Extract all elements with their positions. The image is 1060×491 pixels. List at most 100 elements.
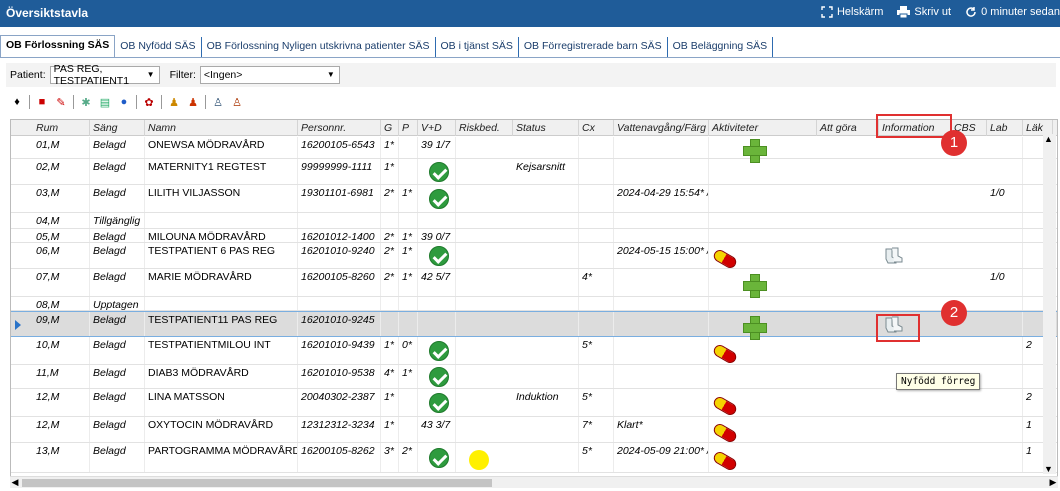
cell-pnr: 19301101-6981 <box>298 185 381 212</box>
current-row-marker <box>15 320 21 330</box>
pill-icon[interactable] <box>711 421 739 445</box>
cell-g: 2* <box>381 269 399 296</box>
plus-icon[interactable] <box>743 316 767 340</box>
baby-icon[interactable]: ♙ <box>211 95 225 109</box>
scroll-down-icon[interactable]: ▼ <box>1044 464 1053 474</box>
cell-status <box>513 229 579 242</box>
scroll-up-icon[interactable]: ▲ <box>1044 134 1053 144</box>
overview-grid: Rum Säng Namn Personnr. G P V+D Riskbed.… <box>10 119 1058 484</box>
cell-pnr: 16201012-1400 <box>298 229 381 242</box>
horizontal-scrollbar[interactable]: ◀ ▶ <box>10 476 1058 488</box>
cell-namn: LINA MATSSON <box>145 389 298 416</box>
information-cell-callout <box>876 314 920 342</box>
col-cx[interactable]: Cx <box>579 120 614 136</box>
cell-cx: 5* <box>579 337 614 364</box>
patient-select-value: PAS REG, TESTPATIENT1 <box>53 63 130 87</box>
tab-ob-belaggning[interactable]: OB Beläggning SÄS <box>668 37 774 57</box>
note-icon[interactable]: ■ <box>35 95 49 109</box>
cell-vatten <box>614 213 709 228</box>
pill-icon[interactable] <box>711 342 739 366</box>
add-circle-icon[interactable]: ● <box>117 95 131 109</box>
person-icon[interactable]: ♟ <box>167 95 181 109</box>
cell-cx <box>579 297 614 310</box>
tab-ob-nyfodd[interactable]: OB Nyfödd SÄS <box>115 37 202 57</box>
mother-icon[interactable]: ♙ <box>230 95 244 109</box>
cell-p: 1* <box>399 269 418 296</box>
cell-lab <box>987 417 1023 442</box>
col-riskbed[interactable]: Riskbed. <box>456 120 513 136</box>
col-aktiviteter[interactable]: Aktiviteter <box>709 120 817 136</box>
plus-icon[interactable] <box>743 139 767 163</box>
col-vattenavgang[interactable]: Vattenavgång/Färg <box>614 120 709 136</box>
tools-icon[interactable]: ✱ <box>79 95 93 109</box>
settings-icon[interactable]: ✿ <box>142 95 156 109</box>
chart-icon[interactable]: ▤ <box>98 95 112 109</box>
patient-select[interactable]: PAS REG, TESTPATIENT1 ▼ <box>49 63 160 87</box>
cell-lab <box>987 312 1023 336</box>
cell-vatten <box>614 159 709 184</box>
table-row[interactable]: 01,M Belagd ONEWSA MÖDRAVÅRD 16200105-6543 1… <box>11 137 1057 163</box>
cell-vatten: 2024-05-09 21:00* / <box>614 443 709 472</box>
table-row[interactable]: 07,M Belagd MARIE MÖDRAVÅRD 16200105-8260 2*… <box>11 269 1057 298</box>
cell-rum: 08,M <box>33 297 90 310</box>
table-row[interactable]: 05,M Belagd MILOUNA MÖDRAVÅRD 16201012-1400… <box>11 229 1057 243</box>
table-row[interactable]: 03,M Belagd LILITH VILJASSON 19301101-6981 2… <box>11 185 1057 213</box>
fullscreen-button[interactable]: Helskärm <box>821 6 883 18</box>
cell-namn: LILITH VILJASSON <box>145 185 298 212</box>
col-g[interactable]: G <box>381 120 399 136</box>
tab-ob-i-tjanst[interactable]: OB i tjänst SÄS <box>436 37 519 57</box>
filter-select[interactable]: <Ingen> ▼ <box>199 66 340 84</box>
cell-g: 1* <box>381 389 399 416</box>
cell-rum: 12,M <box>33 389 90 416</box>
filter-label: Filter: <box>169 69 196 81</box>
refresh-button[interactable]: 0 minuter sedan <box>965 6 1060 18</box>
cell-cx: 4* <box>579 269 614 296</box>
cell-sang: Tillgänglig <box>90 213 145 228</box>
table-row[interactable]: 06,M Belagd TESTPATIENT 6 PAS REG 16201010-… <box>11 243 1057 271</box>
cell-namn: TESTPATIENTMILOU INT <box>145 337 298 364</box>
col-sang[interactable]: Säng <box>90 120 145 136</box>
person-remove-icon[interactable]: ♟ <box>186 95 200 109</box>
table-row[interactable]: 08,M Upptagen <box>11 297 1057 311</box>
col-att-gora[interactable]: Att göra <box>817 120 879 136</box>
print-button[interactable]: Skriv ut <box>897 6 951 18</box>
toolbar: ♦ ■ ✎ ✱ ▤ ● ✿ ♟ ♟ ♙ ♙ <box>10 92 244 112</box>
plus-icon[interactable] <box>743 274 767 298</box>
cell-sang: Belagd <box>90 337 145 364</box>
scroll-right-icon[interactable]: ▶ <box>1048 477 1058 488</box>
cell-pnr <box>298 213 381 228</box>
cell-sang: Belagd <box>90 365 145 388</box>
baby-socks-icon[interactable] <box>882 247 904 265</box>
table-row[interactable]: 04,M Tillgänglig <box>11 213 1057 229</box>
tab-ob-nyligen-utskrivna[interactable]: OB Förlossning Nyligen utskrivna patient… <box>202 37 436 57</box>
pill-icon[interactable] <box>711 394 739 418</box>
col-status[interactable]: Status <box>513 120 579 136</box>
col-vd[interactable]: V+D <box>418 120 456 136</box>
col-p[interactable]: P <box>399 120 418 136</box>
tab-ob-forregistrerade[interactable]: OB Förregistrerade barn SÄS <box>519 37 668 57</box>
table-row[interactable]: 12,M Belagd OXYTOCIN MÖDRAVÅRD 12312312-323… <box>11 417 1057 445</box>
patient-icon[interactable]: ♦ <box>10 95 24 109</box>
vertical-scrollbar[interactable]: ▲ ▼ <box>1043 134 1056 474</box>
col-namn[interactable]: Namn <box>145 120 298 136</box>
cell-status <box>513 185 579 212</box>
pill-icon[interactable] <box>711 247 739 271</box>
edit-icon[interactable]: ✎ <box>54 95 68 109</box>
pill-icon[interactable] <box>711 449 739 473</box>
col-rum[interactable]: Rum <box>33 120 90 136</box>
cell-cx <box>579 137 614 158</box>
cell-g <box>381 213 399 228</box>
cell-sang: Belagd <box>90 269 145 296</box>
tab-ob-forlossning[interactable]: OB Förlossning SÄS <box>0 35 116 57</box>
table-row[interactable]: 13,M Belagd PARTOGRAMMA MÖDRAVÅRD 16200105-… <box>11 443 1057 473</box>
cell-vatten <box>614 297 709 310</box>
col-lab[interactable]: Lab <box>987 120 1023 136</box>
scroll-thumb[interactable] <box>22 479 492 487</box>
table-row[interactable]: 02,M Belagd MATERNITY1 REGTEST 99999999-111… <box>11 159 1057 185</box>
cell-cx <box>579 365 614 388</box>
col-personnr[interactable]: Personnr. <box>298 120 381 136</box>
table-row[interactable]: 12,M Belagd LINA MATSSON 20040302-2387 1* Ind… <box>11 389 1057 418</box>
scroll-left-icon[interactable]: ◀ <box>10 477 20 488</box>
cell-pnr: 99999999-1111 <box>298 159 381 184</box>
cell-vatten: 2024-04-29 15:54* / <box>614 185 709 212</box>
